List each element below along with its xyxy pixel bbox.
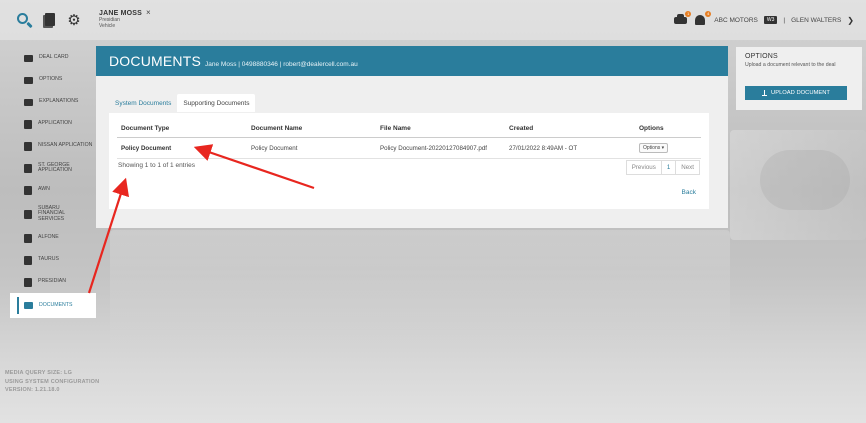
- cell-options: Options ▾: [635, 137, 701, 159]
- file-icon: [24, 255, 32, 265]
- close-customer-icon[interactable]: ×: [146, 8, 151, 17]
- options-icon: [24, 76, 33, 84]
- sidebar-item-application[interactable]: APPLICATION: [10, 113, 96, 135]
- dealer-name[interactable]: ABC MOTORS: [714, 17, 758, 24]
- file-icon: [24, 233, 32, 243]
- gear-icon[interactable]: ⚙: [66, 12, 82, 29]
- back-link[interactable]: Back: [682, 189, 696, 196]
- sidebar-item-deal-card[interactable]: DEAL CARD: [10, 47, 96, 69]
- upload-document-button[interactable]: UPLOAD DOCUMENT: [745, 86, 847, 100]
- file-icon: [24, 277, 32, 287]
- list-icon: [24, 98, 33, 106]
- customer-line-2: Vehicle: [99, 23, 116, 29]
- pagination-page-1[interactable]: 1: [660, 160, 677, 175]
- page-subtitle: Jane Moss | 0498880346 | robert@dealerce…: [205, 61, 358, 68]
- search-icon[interactable]: [16, 12, 33, 29]
- dealer-tag: W3: [763, 16, 778, 24]
- system-info: MEDIA QUERY SIZE: LG USING SYSTEM CONFIG…: [5, 370, 100, 393]
- tab-supporting-documents[interactable]: Supporting Documents: [177, 94, 256, 112]
- documents-icon[interactable]: [42, 12, 58, 28]
- entries-info: Showing 1 to 1 of 1 entries: [118, 162, 195, 169]
- file-icon: [24, 119, 32, 129]
- column-file-name[interactable]: File Name: [376, 120, 505, 138]
- sidebar: DEAL CARD OPTIONS EXPLANATIONS APPLICATI…: [10, 47, 96, 318]
- column-document-name[interactable]: Document Name: [247, 120, 376, 138]
- pagination-previous[interactable]: Previous: [625, 160, 662, 175]
- options-description: Upload a document relevant to the deal: [745, 62, 836, 68]
- documents-table: Document Type Document Name File Name Cr…: [117, 120, 701, 159]
- options-panel: OPTIONS Upload a document relevant to th…: [736, 47, 862, 110]
- sidebar-item-awn[interactable]: AWN: [10, 179, 96, 201]
- sidebar-item-presidian[interactable]: PRESIDIAN: [10, 271, 96, 293]
- background-car-shape: [760, 150, 850, 210]
- pagination-next[interactable]: Next: [675, 160, 700, 175]
- sidebar-item-taurus[interactable]: TAURUS: [10, 249, 96, 271]
- chevron-down-icon[interactable]: ❯: [847, 16, 854, 25]
- upload-document-label: UPLOAD DOCUMENT: [771, 90, 830, 96]
- sidebar-item-explanations[interactable]: EXPLANATIONS: [10, 91, 96, 113]
- cell-created: 27/01/2022 8:49AM - OT: [505, 137, 635, 159]
- background-floor: [110, 230, 730, 350]
- table-row: Policy Document Policy Document Policy D…: [117, 137, 701, 159]
- sidebar-item-nissan-application[interactable]: NISSAN APPLICATION: [10, 135, 96, 157]
- column-options: Options: [635, 120, 701, 138]
- sidebar-item-subaru-financial-services[interactable]: SUBARU FINANCIAL SERVICES: [10, 201, 96, 227]
- sidebar-item-documents[interactable]: DOCUMENTS: [10, 293, 96, 318]
- bell-badge: 4: [705, 11, 712, 17]
- page-title: DOCUMENTS: [109, 53, 202, 69]
- sidebar-item-options[interactable]: OPTIONS: [10, 69, 96, 91]
- pagination: Previous 1 Next: [625, 160, 700, 175]
- tab-system-documents[interactable]: System Documents: [109, 94, 177, 112]
- column-document-type[interactable]: Document Type: [117, 120, 247, 138]
- documents-card: Document Type Document Name File Name Cr…: [109, 113, 709, 209]
- car-badge: 1: [685, 11, 692, 17]
- file-icon: [24, 163, 32, 173]
- sidebar-item-st-george-application[interactable]: ST. GEORGE APPLICATION: [10, 157, 96, 179]
- file-icon: [24, 141, 32, 151]
- bell-icon[interactable]: 4: [694, 11, 712, 26]
- sidebar-item-alfone[interactable]: ALFONE: [10, 227, 96, 249]
- card-icon: [24, 54, 33, 62]
- file-icon: [24, 209, 32, 219]
- user-name[interactable]: GLEN WALTERS: [791, 17, 841, 24]
- table-header-row: Document Type Document Name File Name Cr…: [117, 120, 701, 138]
- cell-document-name: Policy Document: [247, 137, 376, 159]
- separator: |: [783, 16, 786, 24]
- customer-name: JANE MOSS: [99, 10, 143, 17]
- options-title: OPTIONS: [745, 53, 778, 60]
- top-bar: ⚙ JANE MOSS × Presidian Vehicle 1 4 ABC …: [0, 0, 866, 40]
- customer-tab[interactable]: JANE MOSS × Presidian Vehicle: [99, 8, 151, 29]
- documents-panel: DOCUMENTS Jane Moss | 0498880346 | rober…: [96, 46, 728, 228]
- column-created[interactable]: Created: [505, 120, 635, 138]
- cell-document-type: Policy Document: [117, 137, 247, 159]
- folder-icon: [24, 302, 33, 309]
- file-icon: [24, 185, 32, 195]
- user-area: 1 4 ABC MOTORS W3 | GLEN WALTERS ❯: [674, 11, 854, 26]
- document-tabs: System Documents Supporting Documents: [109, 94, 256, 112]
- car-icon[interactable]: 1: [674, 11, 692, 26]
- options-dropdown-button[interactable]: Options ▾: [639, 143, 669, 153]
- cell-file-name[interactable]: Policy Document-20220127084907.pdf: [376, 137, 505, 159]
- panel-header: DOCUMENTS Jane Moss | 0498880346 | rober…: [96, 46, 728, 76]
- upload-icon: [762, 89, 768, 96]
